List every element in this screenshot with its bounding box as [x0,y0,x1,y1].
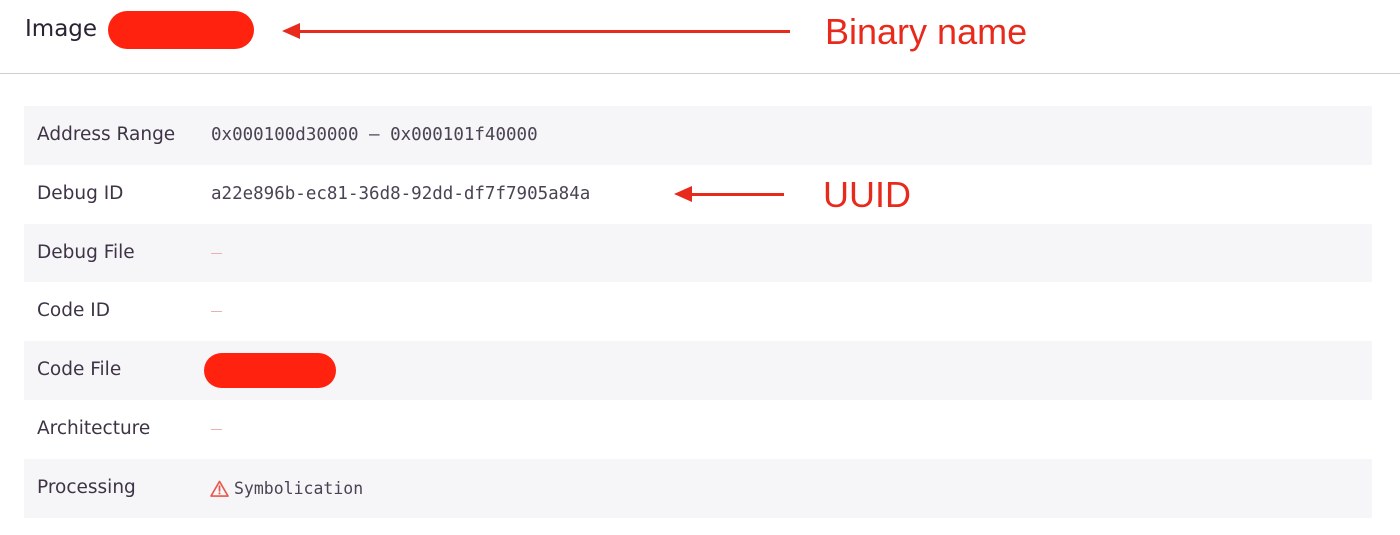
redacted-code-file [204,353,336,389]
debug-file-label: Debug File [37,241,135,263]
processing-status[interactable]: Symbolication [210,459,363,518]
binary-name-annotation: Binary name [825,11,1028,52]
processing-value: Symbolication [234,478,364,498]
row-debug-file: Debug File [24,223,1372,283]
address-range-label: Address Range [37,124,176,145]
row-processing: Processing Symbolication [24,458,1372,518]
row-code-id: Code ID [24,282,1372,341]
code-id-empty-value [211,311,222,313]
row-address-range: Address Range 0x000100d30000 – 0x000101f… [24,106,1372,165]
row-code-file: Code File [24,341,1372,400]
processing-label: Processing [37,476,136,498]
image-details-panel: Image Binary name Address Range 0x000100… [0,0,1400,535]
binary-name-arrow [282,23,790,39]
redacted-binary-name [108,11,254,49]
image-properties-table: Address Range 0x000100d30000 – 0x000101f… [24,106,1372,518]
uuid-arrow [674,186,784,202]
uuid-annotation: UUID [823,174,911,215]
code-file-label: Code File [37,359,122,381]
row-architecture: Architecture [24,400,1372,459]
panel-header: Image [0,0,1400,74]
code-id-label: Code ID [37,300,110,322]
warning-icon [210,480,229,497]
debug-id-label: Debug ID [37,182,124,204]
panel-title: Image [25,16,98,42]
address-range-value: 0x000100d30000 – 0x000101f40000 [211,125,538,145]
architecture-empty-value [211,428,222,430]
debug-file-empty-value [211,252,222,254]
debug-id-value: a22e896b-ec81-36d8-92dd-df7f7905a84a [211,183,591,204]
architecture-label: Architecture [37,417,151,439]
